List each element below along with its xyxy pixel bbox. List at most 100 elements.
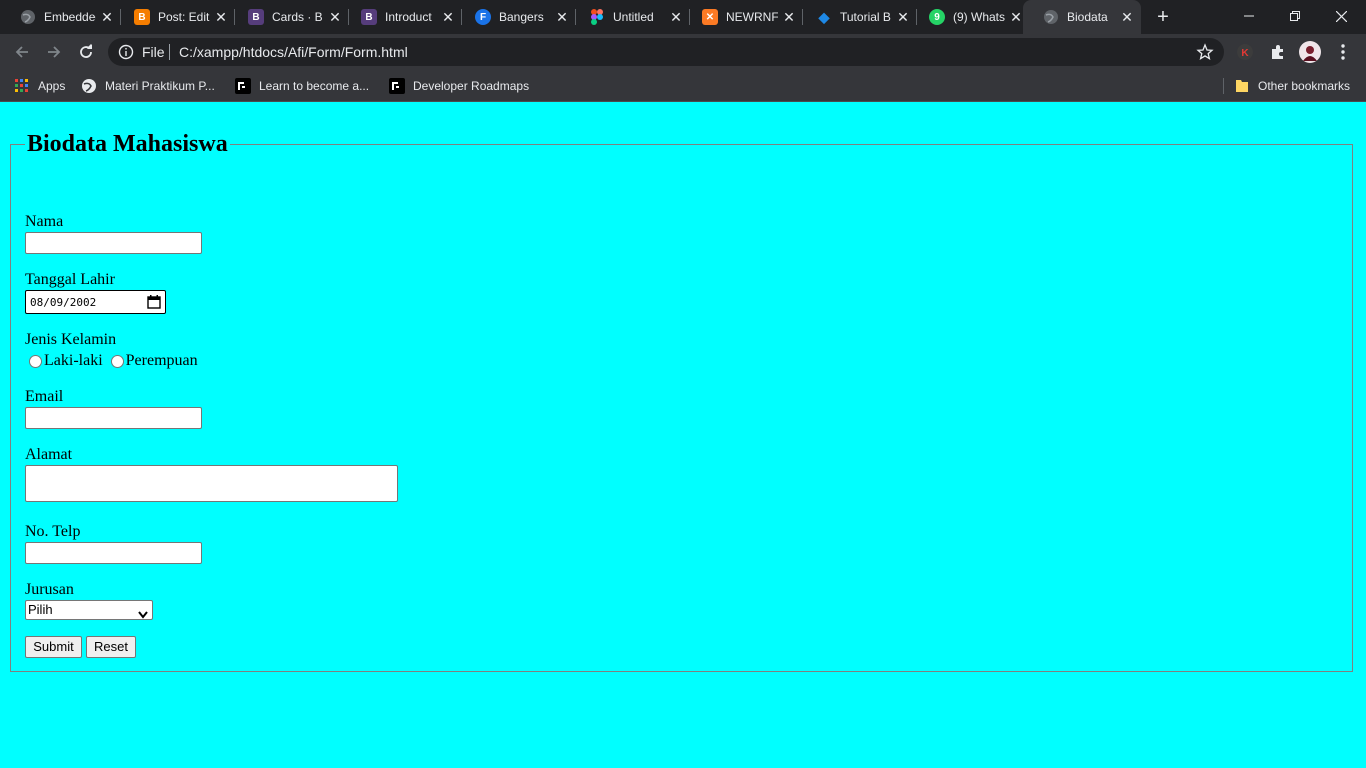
extensions-puzzle-icon[interactable] (1266, 40, 1290, 64)
info-icon[interactable] (118, 44, 134, 60)
form-legend: Biodata Mahasiswa (27, 131, 228, 157)
email-label: Email (25, 388, 64, 405)
jenis-kelamin-label: Jenis Kelamin (25, 331, 117, 348)
tab-5[interactable]: Untitled ✕ (569, 0, 690, 34)
bookmark-label: Developer Roadmaps (413, 79, 530, 93)
select-value: Pilih (28, 602, 53, 617)
figma-icon (589, 9, 605, 25)
alamat-textarea[interactable] (25, 465, 398, 502)
biodata-fieldset: Biodata Mahasiswa Nama Tanggal Lahir 08/… (10, 131, 1353, 672)
google-fonts-icon: F (475, 9, 491, 25)
tab-title: NEWRNF (726, 10, 778, 24)
minimize-button[interactable] (1226, 0, 1272, 32)
globe-icon (81, 78, 97, 94)
radio-label: Laki-laki (44, 352, 103, 369)
tab-title: Post: Edit (158, 10, 210, 24)
xampp-icon: ✕ (702, 9, 718, 25)
tab-1[interactable]: B Post: Edit ✕ (114, 0, 235, 34)
no-telp-input[interactable] (25, 542, 202, 564)
tab-2[interactable]: B Cards · B ✕ (228, 0, 349, 34)
bookmark-label: Learn to become a... (259, 79, 370, 93)
tab-title: (9) Whats (953, 10, 1005, 24)
bookmark-label: Other bookmarks (1258, 79, 1351, 93)
tab-3[interactable]: B Introduct ✕ (341, 0, 462, 34)
no-telp-label: No. Telp (25, 523, 81, 540)
bookmark-star-icon[interactable] (1196, 43, 1214, 61)
tab-strip: Embedded ✕ B Post: Edit ✕ B Cards · B ✕ … (0, 0, 1366, 34)
close-icon[interactable]: ✕ (1008, 9, 1024, 25)
chevron-down-icon (138, 606, 148, 619)
close-icon[interactable]: ✕ (440, 9, 456, 25)
bookmark-materi[interactable]: Materi Praktikum P... (81, 77, 215, 95)
email-input[interactable] (25, 407, 202, 429)
restore-button[interactable] (1272, 0, 1318, 32)
reload-button[interactable] (74, 40, 98, 64)
tab-title: Introduct (385, 10, 432, 24)
bookmarks-bar: Apps Materi Praktikum P... Learn to beco… (0, 70, 1366, 102)
divider (1223, 78, 1224, 94)
tab-0[interactable]: Embedded ✕ (0, 0, 121, 34)
other-bookmarks[interactable]: Other bookmarks (1234, 77, 1350, 95)
globe-icon (1043, 9, 1059, 25)
nama-label: Nama (25, 213, 64, 230)
divider (169, 44, 170, 60)
jurusan-select[interactable]: Pilih (25, 600, 153, 620)
tab-6[interactable]: ✕ NEWRNF ✕ (682, 0, 803, 34)
bookmark-learn[interactable]: Learn to become a... (235, 77, 369, 95)
alamat-label: Alamat (25, 446, 73, 463)
tab-title: Bangers (499, 10, 544, 24)
new-tab-button[interactable]: + (1152, 6, 1174, 28)
roadmap-icon (389, 78, 405, 94)
tab-8[interactable]: 9 (9) Whats ✕ (909, 0, 1030, 34)
tab-9-active[interactable]: Biodata ✕ (1023, 0, 1141, 34)
tab-4[interactable]: F Bangers ✕ (455, 0, 576, 34)
bootstrap-icon: B (361, 9, 377, 25)
scheme-label: File (142, 44, 165, 60)
jenis-kelamin-group: Laki-laki Perempuan (29, 352, 198, 370)
tab-title: Tutorial B (840, 10, 891, 24)
extension-k-icon[interactable]: K (1233, 40, 1257, 64)
submit-button[interactable]: Submit (25, 636, 82, 658)
bookmark-apps[interactable]: Apps (14, 77, 65, 95)
tab-7[interactable]: ◆ Tutorial B ✕ (796, 0, 917, 34)
date-value: 08/09/2002 (30, 295, 97, 309)
calendar-icon[interactable] (147, 295, 161, 309)
tab-title: Embedded (44, 10, 96, 24)
bookmark-roadmaps[interactable]: Developer Roadmaps (389, 77, 529, 95)
codepolitan-icon: ◆ (818, 8, 830, 25)
close-window-button[interactable] (1318, 0, 1364, 32)
reset-button[interactable]: Reset (86, 636, 136, 658)
whatsapp-icon: 9 (929, 9, 945, 25)
forward-button[interactable] (42, 40, 66, 64)
nama-input[interactable] (25, 232, 202, 254)
address-bar[interactable]: File C:/xampp/htdocs/Afi/Form/Form.html (108, 38, 1224, 66)
roadmap-icon (235, 78, 251, 94)
back-button[interactable] (10, 40, 34, 64)
folder-icon (1234, 78, 1250, 94)
apps-grid-icon (14, 78, 30, 94)
url-text[interactable]: C:/xampp/htdocs/Afi/Form/Form.html (179, 44, 408, 60)
tab-title: Cards · B (272, 10, 323, 24)
extension-initial: K (1241, 48, 1249, 59)
bookmark-label: Materi Praktikum P... (105, 79, 215, 93)
close-icon[interactable]: ✕ (1119, 9, 1135, 25)
close-icon[interactable]: ✕ (554, 9, 570, 25)
tab-title: Biodata (1067, 10, 1108, 24)
close-icon[interactable]: ✕ (99, 9, 115, 25)
radio-laki-laki[interactable] (29, 354, 42, 368)
tanggal-lahir-label: Tanggal Lahir (25, 271, 115, 288)
tanggal-lahir-input[interactable]: 08/09/2002 (25, 290, 166, 314)
jurusan-label: Jurusan (25, 581, 74, 598)
blogger-icon: B (134, 9, 150, 25)
radio-perempuan[interactable] (110, 354, 124, 368)
bootstrap-icon: B (248, 9, 264, 25)
bookmark-label: Apps (38, 79, 66, 93)
close-icon[interactable]: ✕ (781, 9, 797, 25)
close-icon[interactable]: ✕ (213, 9, 229, 25)
tab-title: Untitled (613, 10, 654, 24)
globe-icon (20, 9, 36, 25)
page-content: Biodata Mahasiswa Nama Tanggal Lahir 08/… (0, 103, 1366, 768)
radio-label: Perempuan (125, 352, 198, 369)
menu-kebab-icon[interactable] (1331, 40, 1355, 64)
avatar[interactable] (1298, 40, 1322, 64)
